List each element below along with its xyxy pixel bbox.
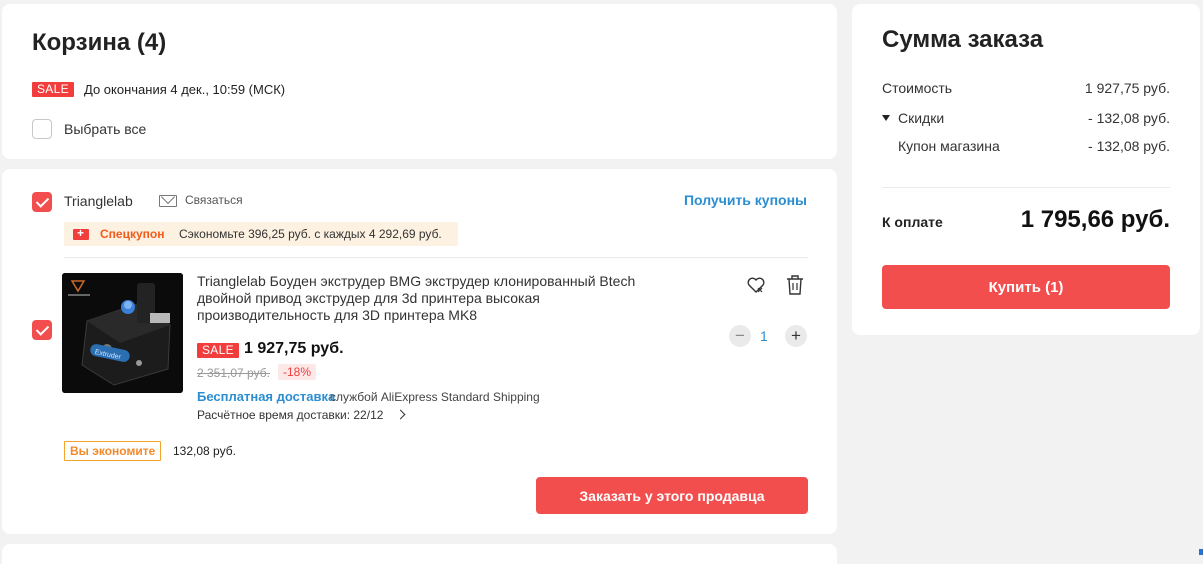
- savings-badge: Вы экономите: [64, 441, 162, 461]
- summary-title: Сумма заказа: [882, 26, 1044, 53]
- seller-card: Trianglelab Связаться Получить купоны Сп…: [2, 169, 837, 534]
- item-price: 1 927,75 руб.: [244, 340, 344, 357]
- item-old-price: 2 351,07 руб.: [197, 366, 270, 380]
- buy-button[interactable]: Купить (1): [882, 265, 1170, 309]
- coupon-flag-icon: [73, 226, 89, 240]
- sale-deadline: До окончания 4 дек., 10:59 (МСК): [84, 82, 286, 97]
- quantity-increase-button[interactable]: +: [785, 325, 807, 347]
- free-delivery-label: Бесплатная доставка: [197, 389, 336, 404]
- discount-badge: -18%: [278, 364, 317, 380]
- next-seller-card: [2, 544, 837, 564]
- order-summary-card: Сумма заказа Стоимость 1 927,75 руб. Ски…: [852, 4, 1200, 335]
- item-checkbox[interactable]: [32, 320, 52, 340]
- special-coupon-bar: Спецкупон Сэкономьте 396,25 руб. с кажды…: [64, 222, 458, 246]
- divider: [64, 257, 808, 258]
- order-from-seller-button[interactable]: Заказать у этого продавца: [536, 477, 808, 514]
- total-label: К оплате: [882, 214, 943, 230]
- store-coupon-value: - 132,08 руб.: [1088, 138, 1170, 154]
- delivery-estimate[interactable]: Расчётное время доставки: 22/12: [197, 408, 383, 422]
- product-image[interactable]: Extruder: [62, 273, 183, 393]
- envelope-icon[interactable]: [159, 195, 177, 207]
- total-value: 1 795,66 руб.: [1020, 206, 1170, 233]
- item-sale-badge: SALE: [197, 343, 239, 358]
- promo-title: Спецкупон: [100, 227, 165, 241]
- quantity-value[interactable]: 1: [760, 328, 768, 344]
- seller-name[interactable]: Trianglelab: [64, 193, 133, 209]
- quantity-decrease-button[interactable]: −: [729, 325, 751, 347]
- discounts-value: - 132,08 руб.: [1088, 110, 1170, 126]
- select-all-checkbox[interactable]: [32, 119, 52, 139]
- caret-down-icon[interactable]: [882, 115, 890, 121]
- shipping-service: службой AliExpress Standard Shipping: [330, 390, 540, 404]
- contact-seller-link[interactable]: Связаться: [185, 193, 243, 207]
- delete-trash-icon[interactable]: [786, 275, 804, 295]
- get-coupons-link[interactable]: Получить купоны: [684, 192, 807, 208]
- seller-checkbox[interactable]: [32, 192, 52, 212]
- select-all-label[interactable]: Выбрать все: [64, 121, 146, 137]
- divider: [882, 187, 1170, 188]
- cost-label: Стоимость: [882, 80, 953, 96]
- extruder-image: Extruder: [62, 273, 183, 393]
- store-coupon-label: Купон магазина: [898, 138, 1000, 154]
- cost-value: 1 927,75 руб.: [1084, 80, 1170, 96]
- savings-amount: 132,08 руб.: [173, 444, 236, 458]
- cart-header-card: Корзина (4) SALE До окончания 4 дек., 10…: [2, 4, 837, 159]
- promo-text: Сэкономьте 396,25 руб. с каждых 4 292,69…: [179, 227, 442, 241]
- sale-badge: SALE: [32, 82, 74, 97]
- discounts-label[interactable]: Скидки: [898, 110, 944, 126]
- product-title[interactable]: Trianglelab Боуден экструдер BMG экструд…: [197, 273, 667, 324]
- scroll-marker: [1199, 549, 1203, 555]
- chevron-right-icon[interactable]: [395, 409, 406, 420]
- wishlist-heart-icon[interactable]: [746, 275, 766, 295]
- cart-title: Корзина (4): [32, 29, 167, 56]
